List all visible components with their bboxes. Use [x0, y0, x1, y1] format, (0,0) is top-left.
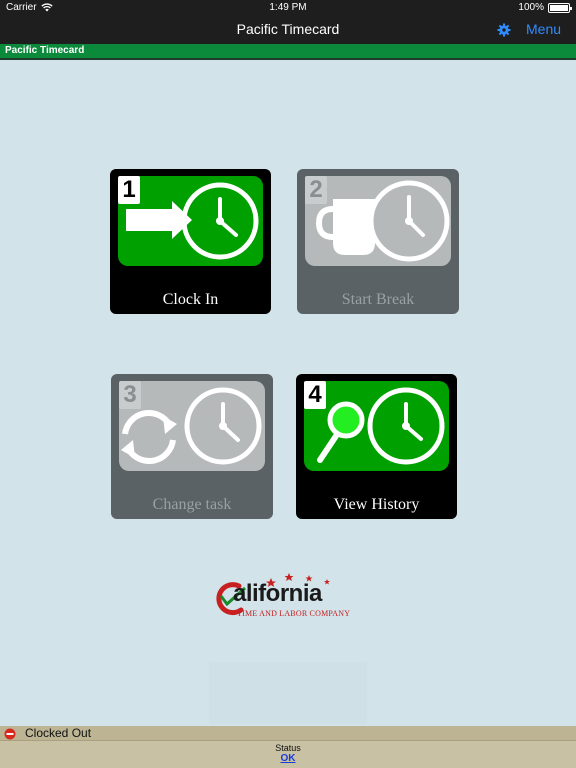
gear-icon[interactable]: [496, 22, 512, 38]
stop-icon: [4, 728, 16, 740]
status-bar: Carrier 1:49 PM 100%: [0, 0, 576, 16]
nav-title: Pacific Timecard: [236, 21, 340, 37]
tile-label: Clock In: [162, 291, 219, 308]
status-ok-link[interactable]: OK: [0, 753, 576, 764]
clock-status-text: Clocked Out: [25, 726, 92, 740]
empty-panel: [209, 662, 367, 724]
app-header-bar: Pacific Timecard: [0, 44, 576, 60]
tile-label: Change task: [152, 496, 232, 513]
logo-wordmark: alifornia: [233, 580, 322, 607]
tile-number: 1: [118, 176, 140, 204]
clock-time: 1:49 PM: [269, 2, 307, 13]
clock-in-button[interactable]: 1 Clock In: [110, 169, 271, 314]
start-break-button[interactable]: 2 Start Break: [297, 169, 459, 314]
tile-number: 2: [305, 176, 327, 204]
battery-group: 100%: [518, 2, 572, 13]
footer-bar: Clocked Out Status OK: [0, 726, 576, 768]
tile-label: View History: [333, 496, 420, 513]
battery-icon: [548, 2, 572, 13]
tile-number: 3: [119, 381, 141, 409]
view-history-button[interactable]: 4 View History: [296, 374, 457, 519]
tile-number: 4: [304, 381, 326, 409]
header-title: Pacific Timecard: [5, 45, 85, 56]
menu-button[interactable]: Menu: [526, 21, 561, 37]
change-task-button[interactable]: 3 Change task: [111, 374, 273, 519]
status-label: Status: [275, 743, 301, 753]
battery-percent: 100%: [518, 2, 544, 13]
logo-subtitle: TIME AND LABOR COMPANY: [237, 609, 351, 618]
california-logo: alifornia TIME AND LABOR COMPANY: [209, 570, 369, 620]
navigation-bar: Pacific Timecard Menu: [0, 16, 576, 44]
tile-label: Start Break: [341, 291, 415, 308]
